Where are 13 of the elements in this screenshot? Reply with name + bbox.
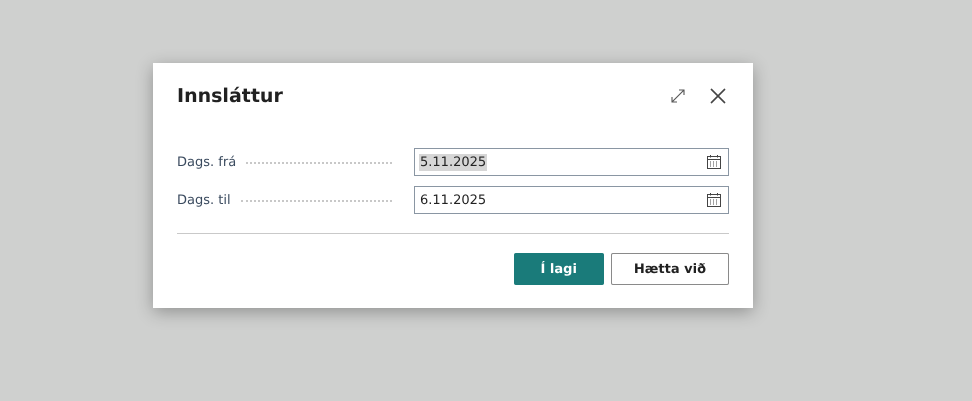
date-field[interactable]: 6.11.2025	[414, 186, 729, 214]
date-value: 5.11.2025	[419, 154, 488, 170]
calendar-icon[interactable]	[706, 192, 722, 208]
date-value: 6.11.2025	[419, 192, 488, 208]
field-label: Dags. frá	[177, 154, 236, 170]
expand-icon	[670, 88, 686, 104]
calendar-icon[interactable]	[706, 154, 722, 170]
date-field[interactable]: 5.11.2025	[414, 148, 729, 176]
ok-button[interactable]: Í lagi	[514, 253, 604, 285]
close-icon	[709, 87, 727, 105]
dialog-title: Innsláttur	[177, 85, 284, 107]
cancel-button[interactable]: Hætta við	[610, 253, 729, 285]
field-label: Dags. til	[177, 192, 231, 208]
